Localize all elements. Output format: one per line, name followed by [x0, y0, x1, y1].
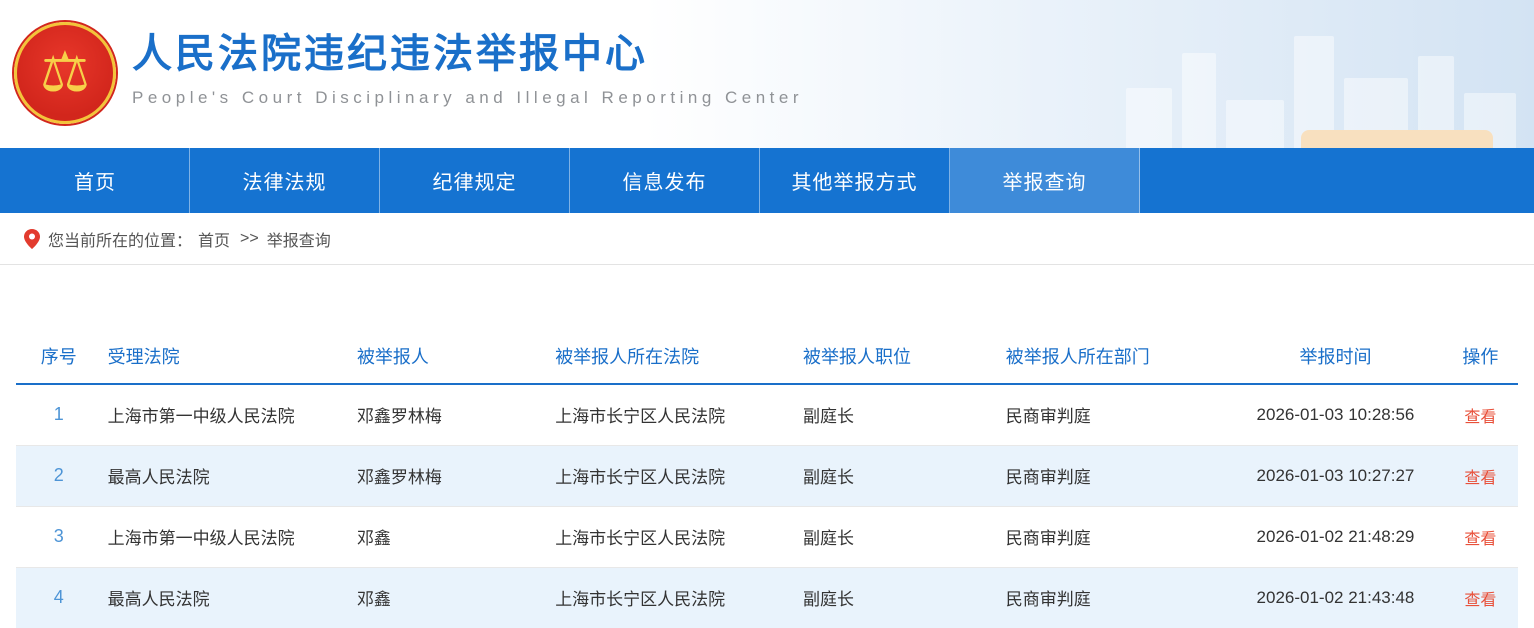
column-header-department: 被举报人所在部门 — [1000, 329, 1228, 384]
scales-of-justice-icon: ⚖ — [40, 45, 90, 101]
cell-report-time: 2026-01-03 10:27:27 — [1228, 445, 1443, 506]
view-link[interactable]: 查看 — [1464, 592, 1496, 609]
cell-position: 副庭长 — [797, 506, 1000, 567]
breadcrumb-prefix: 您当前所在的位置： — [48, 227, 192, 251]
cell-position: 副庭长 — [797, 445, 1000, 506]
cell-department: 民商审判庭 — [1000, 506, 1228, 567]
breadcrumb-current: 举报查询 — [267, 227, 331, 251]
site-subtitle: People's Court Disciplinary and Illegal … — [132, 88, 803, 108]
column-header-person-court: 被举报人所在法院 — [549, 329, 797, 384]
cell-accepting-court: 上海市第一中级人民法院 — [102, 506, 351, 567]
cell-accepting-court: 上海市第一中级人民法院 — [102, 384, 351, 445]
cell-person-court: 上海市长宁区人民法院 — [549, 506, 797, 567]
breadcrumb-separator: >> — [240, 230, 259, 248]
cell-report-time: 2026-01-02 21:43:48 — [1228, 567, 1443, 628]
cell-index: 3 — [16, 506, 102, 567]
column-header-action: 操作 — [1443, 329, 1518, 384]
nav-item-discipline-rules[interactable]: 纪律规定 — [380, 148, 570, 213]
cell-report-time: 2026-01-03 10:28:56 — [1228, 384, 1443, 445]
main-content: 序号 受理法院 被举报人 被举报人所在法院 被举报人职位 被举报人所在部门 举报… — [0, 265, 1534, 628]
main-nav: 首页 法律法规 纪律规定 信息发布 其他举报方式 举报查询 — [0, 148, 1534, 213]
cell-index: 4 — [16, 567, 102, 628]
cell-department: 民商审判庭 — [1000, 567, 1228, 628]
cell-index: 1 — [16, 384, 102, 445]
column-header-accepting-court: 受理法院 — [102, 329, 351, 384]
table-row: 4 最高人民法院 邓鑫 上海市长宁区人民法院 副庭长 民商审判庭 2026-01… — [16, 567, 1518, 628]
report-table: 序号 受理法院 被举报人 被举报人所在法院 被举报人职位 被举报人所在部门 举报… — [16, 329, 1518, 628]
cell-reported-person: 邓鑫罗林梅 — [351, 384, 549, 445]
nav-item-other-report-methods[interactable]: 其他举报方式 — [760, 148, 950, 213]
cell-person-court: 上海市长宁区人民法院 — [549, 567, 797, 628]
cell-accepting-court: 最高人民法院 — [102, 567, 351, 628]
table-row: 3 上海市第一中级人民法院 邓鑫 上海市长宁区人民法院 副庭长 民商审判庭 20… — [16, 506, 1518, 567]
breadcrumb-home-link[interactable]: 首页 — [198, 227, 230, 251]
site-header: ⚖ 人民法院违纪违法举报中心 People's Court Disciplina… — [0, 0, 1534, 148]
cell-reported-person: 邓鑫罗林梅 — [351, 445, 549, 506]
column-header-position: 被举报人职位 — [797, 329, 1000, 384]
table-row: 2 最高人民法院 邓鑫罗林梅 上海市长宁区人民法院 副庭长 民商审判庭 2026… — [16, 445, 1518, 506]
cell-reported-person: 邓鑫 — [351, 506, 549, 567]
cell-accepting-court: 最高人民法院 — [102, 445, 351, 506]
breadcrumb: 您当前所在的位置： 首页 >> 举报查询 — [0, 213, 1534, 265]
nav-item-info-release[interactable]: 信息发布 — [570, 148, 760, 213]
cell-department: 民商审判庭 — [1000, 445, 1228, 506]
view-link[interactable]: 查看 — [1464, 470, 1496, 487]
location-pin-icon — [24, 229, 40, 249]
view-link[interactable]: 查看 — [1464, 531, 1496, 548]
title-block: 人民法院违纪违法举报中心 People's Court Disciplinary… — [132, 30, 803, 108]
cell-reported-person: 邓鑫 — [351, 567, 549, 628]
site-title: 人民法院违纪违法举报中心 — [132, 30, 803, 78]
nav-item-home[interactable]: 首页 — [0, 148, 190, 213]
cell-person-court: 上海市长宁区人民法院 — [549, 445, 797, 506]
cell-index: 2 — [16, 445, 102, 506]
cell-person-court: 上海市长宁区人民法院 — [549, 384, 797, 445]
cell-position: 副庭长 — [797, 384, 1000, 445]
cell-report-time: 2026-01-02 21:48:29 — [1228, 506, 1443, 567]
nav-item-laws[interactable]: 法律法规 — [190, 148, 380, 213]
view-link[interactable]: 查看 — [1464, 409, 1496, 426]
nav-item-report-query[interactable]: 举报查询 — [950, 148, 1140, 213]
court-emblem-logo: ⚖ — [14, 22, 116, 124]
cell-position: 副庭长 — [797, 567, 1000, 628]
table-header-row: 序号 受理法院 被举报人 被举报人所在法院 被举报人职位 被举报人所在部门 举报… — [16, 329, 1518, 384]
table-row: 1 上海市第一中级人民法院 邓鑫罗林梅 上海市长宁区人民法院 副庭长 民商审判庭… — [16, 384, 1518, 445]
column-header-report-time: 举报时间 — [1228, 329, 1443, 384]
cell-department: 民商审判庭 — [1000, 384, 1228, 445]
column-header-index: 序号 — [16, 329, 102, 384]
column-header-reported-person: 被举报人 — [351, 329, 549, 384]
